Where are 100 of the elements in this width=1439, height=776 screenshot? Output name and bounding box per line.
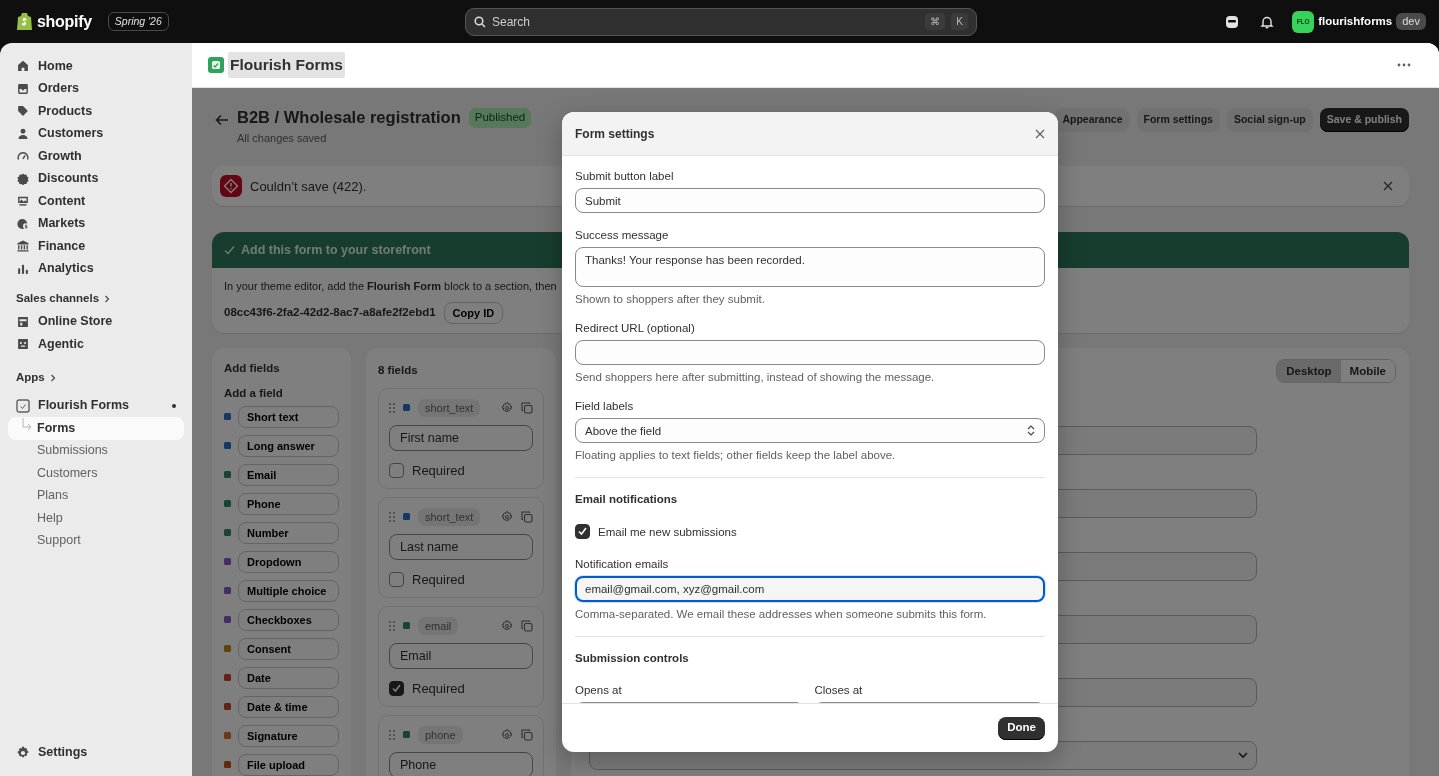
copy-icon[interactable] (521, 619, 533, 632)
drag-handle-icon[interactable] (389, 620, 395, 631)
copy-icon[interactable] (521, 728, 533, 741)
tab-button[interactable]: Social sign-up (1226, 108, 1313, 132)
sidebar-item[interactable]: Discounts (8, 167, 184, 190)
error-icon (220, 175, 242, 198)
app-title: Flourish Forms (228, 52, 345, 78)
chevron-down-icon (1238, 752, 1248, 760)
help-text: Comma-separated. We email these addresses when someone submits this form. (575, 607, 988, 621)
field-type: short_text (418, 507, 481, 527)
sidebar-item[interactable]: Products (8, 100, 184, 123)
select-field[interactable]: Above the field (575, 418, 1045, 443)
app-item[interactable]: Flourish Forms (8, 394, 184, 417)
stack-icon[interactable] (1225, 14, 1240, 29)
sidebar-item[interactable]: Content (8, 190, 184, 213)
drag-handle-icon[interactable] (389, 402, 395, 413)
environment-badge: dev (1396, 13, 1426, 30)
field-label: Notification emails (575, 557, 670, 571)
add-field-button[interactable]: Multiple choice (238, 579, 339, 602)
shortcut-key: K (951, 13, 968, 30)
sidebar-item[interactable]: Home (8, 55, 184, 78)
add-field-button[interactable]: Phone (238, 492, 339, 515)
close-icon[interactable] (1383, 181, 1393, 192)
view-toggle-button[interactable]: Desktop (1277, 360, 1341, 383)
search-icon (474, 15, 486, 28)
label-field[interactable]: Email (389, 643, 533, 670)
sidebar-subitem[interactable]: Customers (8, 462, 184, 485)
sidebar-item[interactable]: Agentic (8, 332, 184, 356)
back-arrow-icon[interactable] (215, 113, 229, 127)
input-field[interactable] (575, 340, 1045, 365)
more-icon[interactable] (1397, 63, 1411, 67)
publish-button[interactable]: Save & publish (1319, 108, 1409, 132)
sidebar-subitem[interactable]: Plans (8, 484, 184, 507)
section-heading: Email notifications (575, 493, 678, 505)
add-field-button[interactable]: Signature (238, 724, 339, 747)
add-field-button[interactable]: Date (238, 666, 339, 689)
label-field[interactable]: First name (389, 425, 533, 452)
add-field-button[interactable]: Date & time (238, 695, 339, 718)
tab-button[interactable]: Form settings (1136, 108, 1220, 132)
sidebar-subitem[interactable]: Submissions (8, 439, 184, 462)
search-field[interactable]: Search ⌘ K (465, 7, 977, 36)
sidebar-item[interactable]: Finance (8, 235, 184, 258)
sidebar-item[interactable]: Online Store (8, 310, 184, 333)
required-checkbox[interactable]: Required (389, 461, 465, 481)
copy-icon[interactable] (521, 510, 533, 523)
field-type: phone (418, 725, 463, 745)
drag-handle-icon[interactable] (389, 511, 395, 522)
sidebar-subitem[interactable]: Help (8, 507, 184, 530)
sidebar-subitem[interactable]: Support (8, 529, 184, 552)
section-heading[interactable]: Sales channels (8, 290, 184, 308)
edition-badge: Spring '26 (107, 11, 169, 32)
bank-icon (16, 239, 30, 254)
done-button[interactable]: Done (998, 716, 1045, 740)
settings-icon[interactable] (501, 728, 513, 741)
add-field-button[interactable]: File upload (238, 753, 339, 776)
sidebar-item[interactable]: Settings (8, 741, 184, 764)
message-field[interactable]: Thanks! Your response has been recorded. (575, 247, 1045, 287)
add-field-button[interactable]: Number (238, 521, 339, 544)
person-icon (16, 126, 30, 141)
input-field[interactable]: Submit (575, 188, 1045, 213)
settings-icon[interactable] (501, 401, 513, 414)
required-checkbox[interactable]: Required (389, 570, 465, 590)
settings-icon[interactable] (501, 510, 513, 523)
add-field-button[interactable]: Consent (238, 637, 339, 660)
sidebar-item[interactable]: Analytics (8, 257, 184, 280)
notify-checkbox[interactable]: Email me new submissions (575, 524, 1045, 539)
form-id: 08cc43f6-2fa2-42d2-8ac7-a8afe2f2ebd1 (224, 305, 436, 321)
input-field[interactable]: email@gmail.com, xyz@gmail.com (575, 576, 1045, 602)
field-type: email (418, 616, 459, 636)
copy-id-button[interactable]: Copy ID (443, 301, 504, 324)
discount-badge-icon (16, 171, 30, 186)
status-badge: Published (468, 108, 532, 128)
drag-handle-icon[interactable] (389, 729, 395, 740)
settings-icon[interactable] (501, 619, 513, 632)
help-text: Floating applies to text fields; other fields keep the label above. (575, 448, 897, 462)
bell-icon[interactable] (1260, 14, 1275, 29)
add-field-button[interactable]: Short text (238, 405, 339, 428)
logo[interactable]: shopify (37, 9, 92, 34)
add-field-button[interactable]: Long answer (238, 434, 339, 457)
sidebar-item[interactable]: Customers (8, 122, 184, 145)
section-heading[interactable]: Apps (8, 369, 184, 387)
sidebar-item[interactable]: Markets (8, 212, 184, 235)
tray-icon (16, 81, 30, 96)
check-icon (578, 527, 587, 536)
label-field[interactable]: Last name (389, 534, 533, 561)
required-checkbox[interactable]: Required (389, 679, 465, 699)
sidebar-item[interactable]: Orders (8, 77, 184, 100)
close-button[interactable] (1035, 128, 1045, 139)
copy-icon[interactable] (521, 401, 533, 414)
add-field-button[interactable]: Checkboxes (238, 608, 339, 631)
app-name: Flourish Forms (38, 397, 130, 415)
add-field-button[interactable]: Email (238, 463, 339, 486)
connector-line (22, 418, 32, 432)
sidebar-item[interactable]: Growth (8, 145, 184, 168)
tab-button[interactable]: Appearance (1055, 108, 1130, 132)
add-field-button[interactable]: Dropdown (238, 550, 339, 573)
section-heading: Submission controls (575, 652, 689, 664)
sidebar-subitem[interactable]: Forms (8, 417, 184, 440)
store-name[interactable]: flourishforms (1318, 12, 1393, 31)
shopping-bag-icon[interactable] (16, 12, 33, 31)
